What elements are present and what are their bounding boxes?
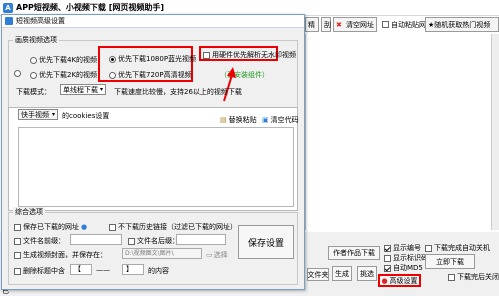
checkbox-box: [14, 237, 21, 245]
checkbox-box: [382, 21, 389, 28]
radio-circle: [14, 70, 21, 77]
paste-icon: ▤: [220, 116, 227, 124]
clear-code-icon: ▣: [262, 116, 269, 124]
replace-paste-button[interactable]: ▤ 替换粘贴: [220, 115, 257, 125]
folder-icon: ▭: [206, 251, 213, 259]
checkbox-box: [448, 273, 455, 281]
radio-circle: [109, 71, 116, 79]
checkbox-box: [109, 223, 116, 231]
file-prefix-checkbox[interactable]: 文件名前缀：: [14, 236, 65, 246]
cookies-textarea[interactable]: [18, 127, 294, 207]
range-end-input[interactable]: 】: [122, 264, 144, 275]
file-suffix-input[interactable]: [176, 234, 226, 245]
dialog-title: 短视频高级设置: [16, 17, 65, 25]
cookies-label: 的cookies设置: [62, 112, 110, 120]
checkbox-box: [384, 244, 391, 252]
radio-720p[interactable]: 优先下载720P高清视频: [109, 70, 192, 80]
auto-md5-checkbox[interactable]: 自动MD5: [384, 263, 423, 273]
clear-url-button[interactable]: ✖ 清空网址: [333, 17, 377, 32]
vertical-scrollbar[interactable]: [491, 34, 499, 230]
info-icon: ●: [81, 223, 88, 231]
works-download-button[interactable]: 作者作品下载: [328, 246, 380, 260]
radio-circle: [30, 56, 37, 64]
app-icon: A: [3, 2, 13, 13]
show-number-checkbox[interactable]: 显示编号: [384, 243, 421, 253]
platform-select[interactable]: 快手视频 ▾: [18, 109, 58, 120]
download-now-button[interactable]: 立即下载: [425, 254, 475, 269]
save-url-checkbox[interactable]: 保存已下载的网址 ●: [14, 222, 87, 232]
clear-icon: ✖: [336, 20, 342, 29]
checkbox-box: [14, 267, 21, 275]
main-window-title: APP短视频、小视频下载 [网页视频助手]: [16, 3, 165, 12]
checkbox-box: [384, 264, 391, 272]
generate-thumb-checkbox[interactable]: 生成视频封面，并保存在：: [14, 250, 107, 260]
radio-4k[interactable]: 优先下载4K的视频: [30, 55, 97, 65]
radio-other[interactable]: [14, 70, 23, 77]
range-start-input[interactable]: 【: [70, 264, 92, 275]
radio-circle: [109, 55, 116, 63]
radio-1080p[interactable]: 优先下载1080P蓝光视频: [109, 54, 196, 64]
checkbox-box: [14, 251, 21, 259]
url-list-pane[interactable]: [305, 34, 499, 230]
mode-label: 下载模式：: [16, 88, 51, 96]
dialog-icon: [5, 17, 13, 25]
toolbar-button-flip[interactable]: 刮: [321, 17, 331, 32]
close-after-checkbox[interactable]: 下载完后关闭: [448, 272, 499, 282]
random-hot-button[interactable]: ★随机获取热门视频: [425, 17, 499, 32]
advanced-settings-dialog: 短视频高级设置 画质视频选项 优先下载4K的视频 优先下载1080P蓝光视频 优…: [1, 14, 305, 290]
no-watermark-checkbox[interactable]: 用硬件优先解析无水印视频: [203, 50, 296, 60]
auto-shutdown-checkbox[interactable]: 下载完成自动关机: [425, 243, 490, 253]
show-tag-checkbox[interactable]: 显示标识码: [384, 253, 428, 263]
chevron-down-icon: ▾: [51, 111, 55, 118]
thumb-path-input[interactable]: D:\视频图文\图片\: [122, 248, 202, 259]
skip-history-checkbox[interactable]: 不下载历史链接（过滤已下载的网址）: [109, 222, 237, 232]
radio-2k[interactable]: 优先下载2K的视频: [30, 70, 97, 80]
checkbox-box: [203, 51, 210, 59]
advanced-settings-button[interactable]: ● 高级设置: [378, 274, 421, 287]
checkbox-box: [384, 254, 391, 262]
chevron-down-icon: ▾: [99, 86, 103, 93]
open-folder-button[interactable]: 文件夹: [307, 268, 329, 281]
toolbar-button-batch[interactable]: 精: [305, 17, 319, 32]
generate-button[interactable]: 生成: [332, 266, 352, 281]
checkbox-box: [128, 237, 135, 245]
video-options-label: 画质视频选项: [13, 35, 59, 45]
file-suffix-checkbox[interactable]: 文件名后缀：: [128, 236, 179, 246]
checkbox-box: [425, 244, 432, 252]
checkbox-box: [14, 223, 21, 231]
choose-folder-button[interactable]: ▭ 选择: [206, 250, 228, 260]
file-prefix-input[interactable]: [70, 234, 122, 245]
settings-icon: ●: [381, 276, 388, 285]
select-button[interactable]: 挑选: [357, 266, 377, 281]
delete-title-checkbox[interactable]: 删除标题中含: [14, 266, 65, 276]
mode-description: 下载速度比较慢，支持26以上的视频下载: [114, 88, 242, 96]
range-separator: ——: [96, 266, 110, 274]
range-tail-label: 的内容: [148, 267, 169, 275]
radio-circle: [30, 71, 37, 79]
download-mode-select[interactable]: 单线程下载 ▾: [60, 84, 106, 95]
dialog-titlebar: 短视频高级设置: [2, 15, 304, 28]
general-options-label: 综合选项: [13, 207, 45, 217]
clear-code-button[interactable]: ▣ 清空代码: [262, 115, 299, 125]
save-settings-button[interactable]: 保存设置: [238, 225, 294, 259]
